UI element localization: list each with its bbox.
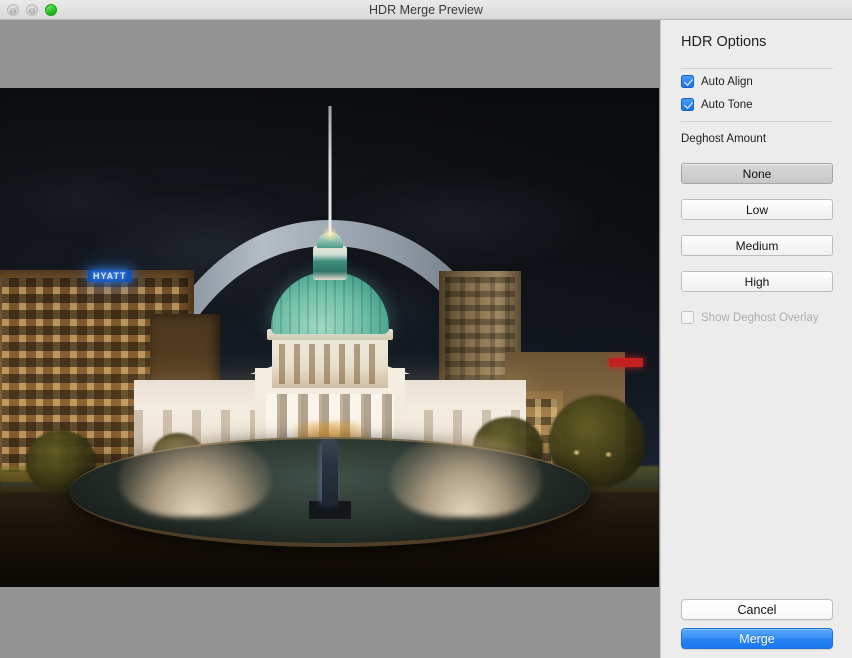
divider-middle [681, 121, 833, 122]
dome-drum-windows [278, 344, 381, 385]
auto-tone-label: Auto Tone [701, 98, 753, 111]
auto-align-checkbox[interactable] [681, 75, 694, 88]
deghost-amount-label: Deghost Amount [681, 133, 767, 145]
deghost-option-low[interactable]: Low [681, 199, 833, 220]
merge-button-label: Merge [739, 631, 775, 646]
deghost-option-high-label: High [744, 274, 770, 289]
auto-tone-checkbox[interactable] [681, 98, 694, 111]
checkbox-row-auto-align[interactable]: Auto Align [681, 75, 753, 88]
deghost-option-high[interactable]: High [681, 271, 833, 292]
panel-title: HDR Options [681, 34, 767, 50]
merge-button[interactable]: Merge [681, 628, 833, 649]
deghost-option-medium-label: Medium [735, 238, 779, 253]
show-deghost-overlay-checkbox [681, 311, 694, 324]
divider-top [681, 68, 833, 69]
hdr-preview-image: HYATT [0, 88, 659, 587]
deghost-option-medium[interactable]: Medium [681, 235, 833, 256]
checkbox-row-auto-tone[interactable]: Auto Tone [681, 98, 753, 111]
car-light-1 [572, 449, 581, 455]
deghost-option-none-label: None [742, 166, 772, 181]
hdr-options-panel: HDR Options Auto Align Auto Tone Deghost… [660, 20, 852, 658]
dome-lantern [312, 246, 347, 281]
fountain-rim [69, 437, 590, 548]
hdr-merge-preview-window: ⊖ ⊖ ⊕ HDR Merge Preview HYATT HDR Option… [0, 0, 852, 658]
preview-canvas: HYATT [0, 20, 660, 658]
show-deghost-overlay-label: Show Deghost Overlay [701, 311, 819, 324]
window-titlebar: ⊖ ⊖ ⊕ HDR Merge Preview [0, 0, 852, 20]
dome-drum [271, 336, 388, 389]
deghost-option-none[interactable]: None [681, 163, 833, 184]
red-neon-sign-right [609, 358, 643, 368]
auto-align-label: Auto Align [701, 75, 753, 88]
cancel-button[interactable]: Cancel [681, 599, 833, 620]
checkbox-row-show-deghost-overlay: Show Deghost Overlay [681, 311, 819, 324]
dome-spire [328, 106, 331, 237]
cancel-button-label: Cancel [737, 602, 777, 617]
deghost-option-low-label: Low [745, 202, 768, 217]
hyatt-sign: HYATT [88, 270, 132, 283]
window-title: HDR Merge Preview [369, 3, 483, 17]
